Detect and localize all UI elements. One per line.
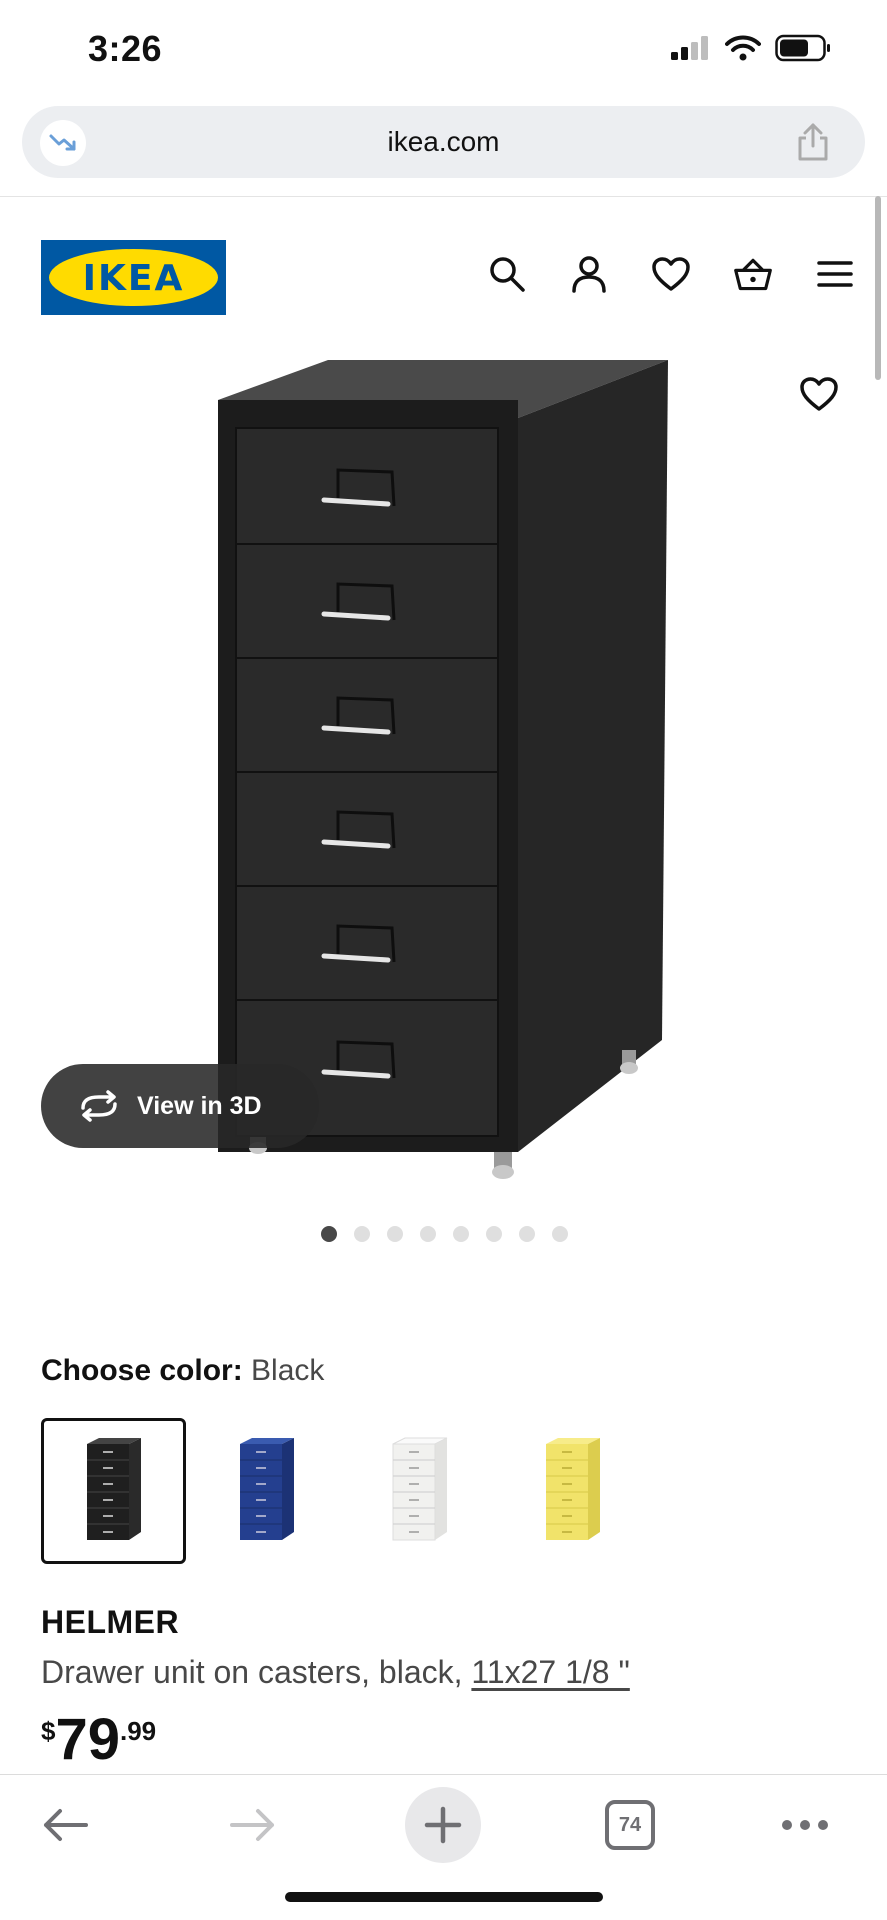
ikea-logo[interactable]: IKEA — [41, 240, 226, 315]
plus-icon — [424, 1806, 462, 1844]
search-icon[interactable] — [487, 254, 527, 294]
menu-icon[interactable] — [815, 254, 855, 294]
carousel-dot[interactable] — [321, 1226, 337, 1242]
favorites-icon[interactable] — [651, 254, 691, 294]
tab-count: 74 — [605, 1800, 655, 1850]
selected-color-value: Black — [251, 1354, 325, 1387]
save-product-heart-icon[interactable] — [799, 376, 839, 417]
carousel-dot[interactable] — [453, 1226, 469, 1242]
color-swatch-black[interactable] — [41, 1418, 186, 1564]
cellular-signal-icon — [671, 36, 708, 60]
view-in-3d-label: View in 3D — [137, 1091, 262, 1120]
carousel-dot[interactable] — [486, 1226, 502, 1242]
color-swatch-yellow[interactable] — [500, 1418, 645, 1564]
color-swatch-white[interactable] — [347, 1418, 492, 1564]
share-icon[interactable] — [795, 122, 831, 167]
product-description-text: Drawer unit on casters, black, — [41, 1654, 472, 1690]
color-swatches — [41, 1418, 645, 1564]
basket-icon[interactable] — [733, 254, 773, 294]
white-drawer-thumbnail — [392, 1437, 447, 1541]
image-carousel-dots — [0, 1226, 887, 1242]
carousel-dot[interactable] — [354, 1226, 370, 1242]
black-drawer-thumbnail — [86, 1438, 141, 1540]
rotate-3d-icon — [81, 1090, 117, 1122]
address-bar[interactable]: ikea.com — [22, 106, 865, 178]
status-icons — [671, 34, 831, 62]
new-tab-button[interactable] — [405, 1787, 481, 1863]
forward-button[interactable] — [218, 1785, 288, 1865]
arrow-left-icon — [44, 1809, 88, 1841]
yellow-drawer-thumbnail — [545, 1438, 600, 1540]
price-integer: 79 — [55, 1707, 120, 1772]
more-dots-icon — [782, 1820, 828, 1830]
status-time: 3:26 — [88, 28, 163, 69]
carousel-dot[interactable] — [519, 1226, 535, 1242]
back-button[interactable] — [30, 1785, 100, 1865]
blue-drawer-thumbnail — [239, 1438, 294, 1540]
status-bar: 3:26 — [0, 0, 887, 100]
carousel-dot[interactable] — [420, 1226, 436, 1242]
account-icon[interactable] — [569, 254, 609, 294]
product-measurement-link[interactable]: 11x27 1/8 " — [471, 1654, 629, 1690]
choose-color-heading: Choose color: Black — [41, 1354, 324, 1388]
color-swatch-blue[interactable] — [194, 1418, 339, 1564]
carousel-dot[interactable] — [552, 1226, 568, 1242]
carousel-dot[interactable] — [387, 1226, 403, 1242]
price-currency: $ — [41, 1716, 56, 1746]
more-button[interactable] — [775, 1785, 835, 1865]
url-text[interactable]: ikea.com — [22, 126, 865, 158]
product-description: Drawer unit on casters, black, 11x27 1/8… — [41, 1654, 630, 1691]
view-in-3d-button[interactable]: View in 3D — [41, 1064, 319, 1148]
home-indicator[interactable] — [285, 1892, 603, 1902]
choose-color-label: Choose color: — [41, 1354, 243, 1387]
tabs-button[interactable]: 74 — [602, 1785, 658, 1865]
wifi-icon — [725, 35, 761, 61]
price-decimal: .99 — [119, 1716, 157, 1746]
header-icons — [487, 254, 855, 294]
battery-icon — [775, 34, 830, 62]
browser-divider — [0, 196, 887, 197]
logo-text: IKEA — [82, 258, 185, 299]
drawers — [235, 427, 499, 1137]
product-price: $ 79 .99 — [41, 1708, 156, 1772]
product-name: HELMER — [41, 1604, 180, 1640]
arrow-right-icon — [230, 1809, 274, 1841]
